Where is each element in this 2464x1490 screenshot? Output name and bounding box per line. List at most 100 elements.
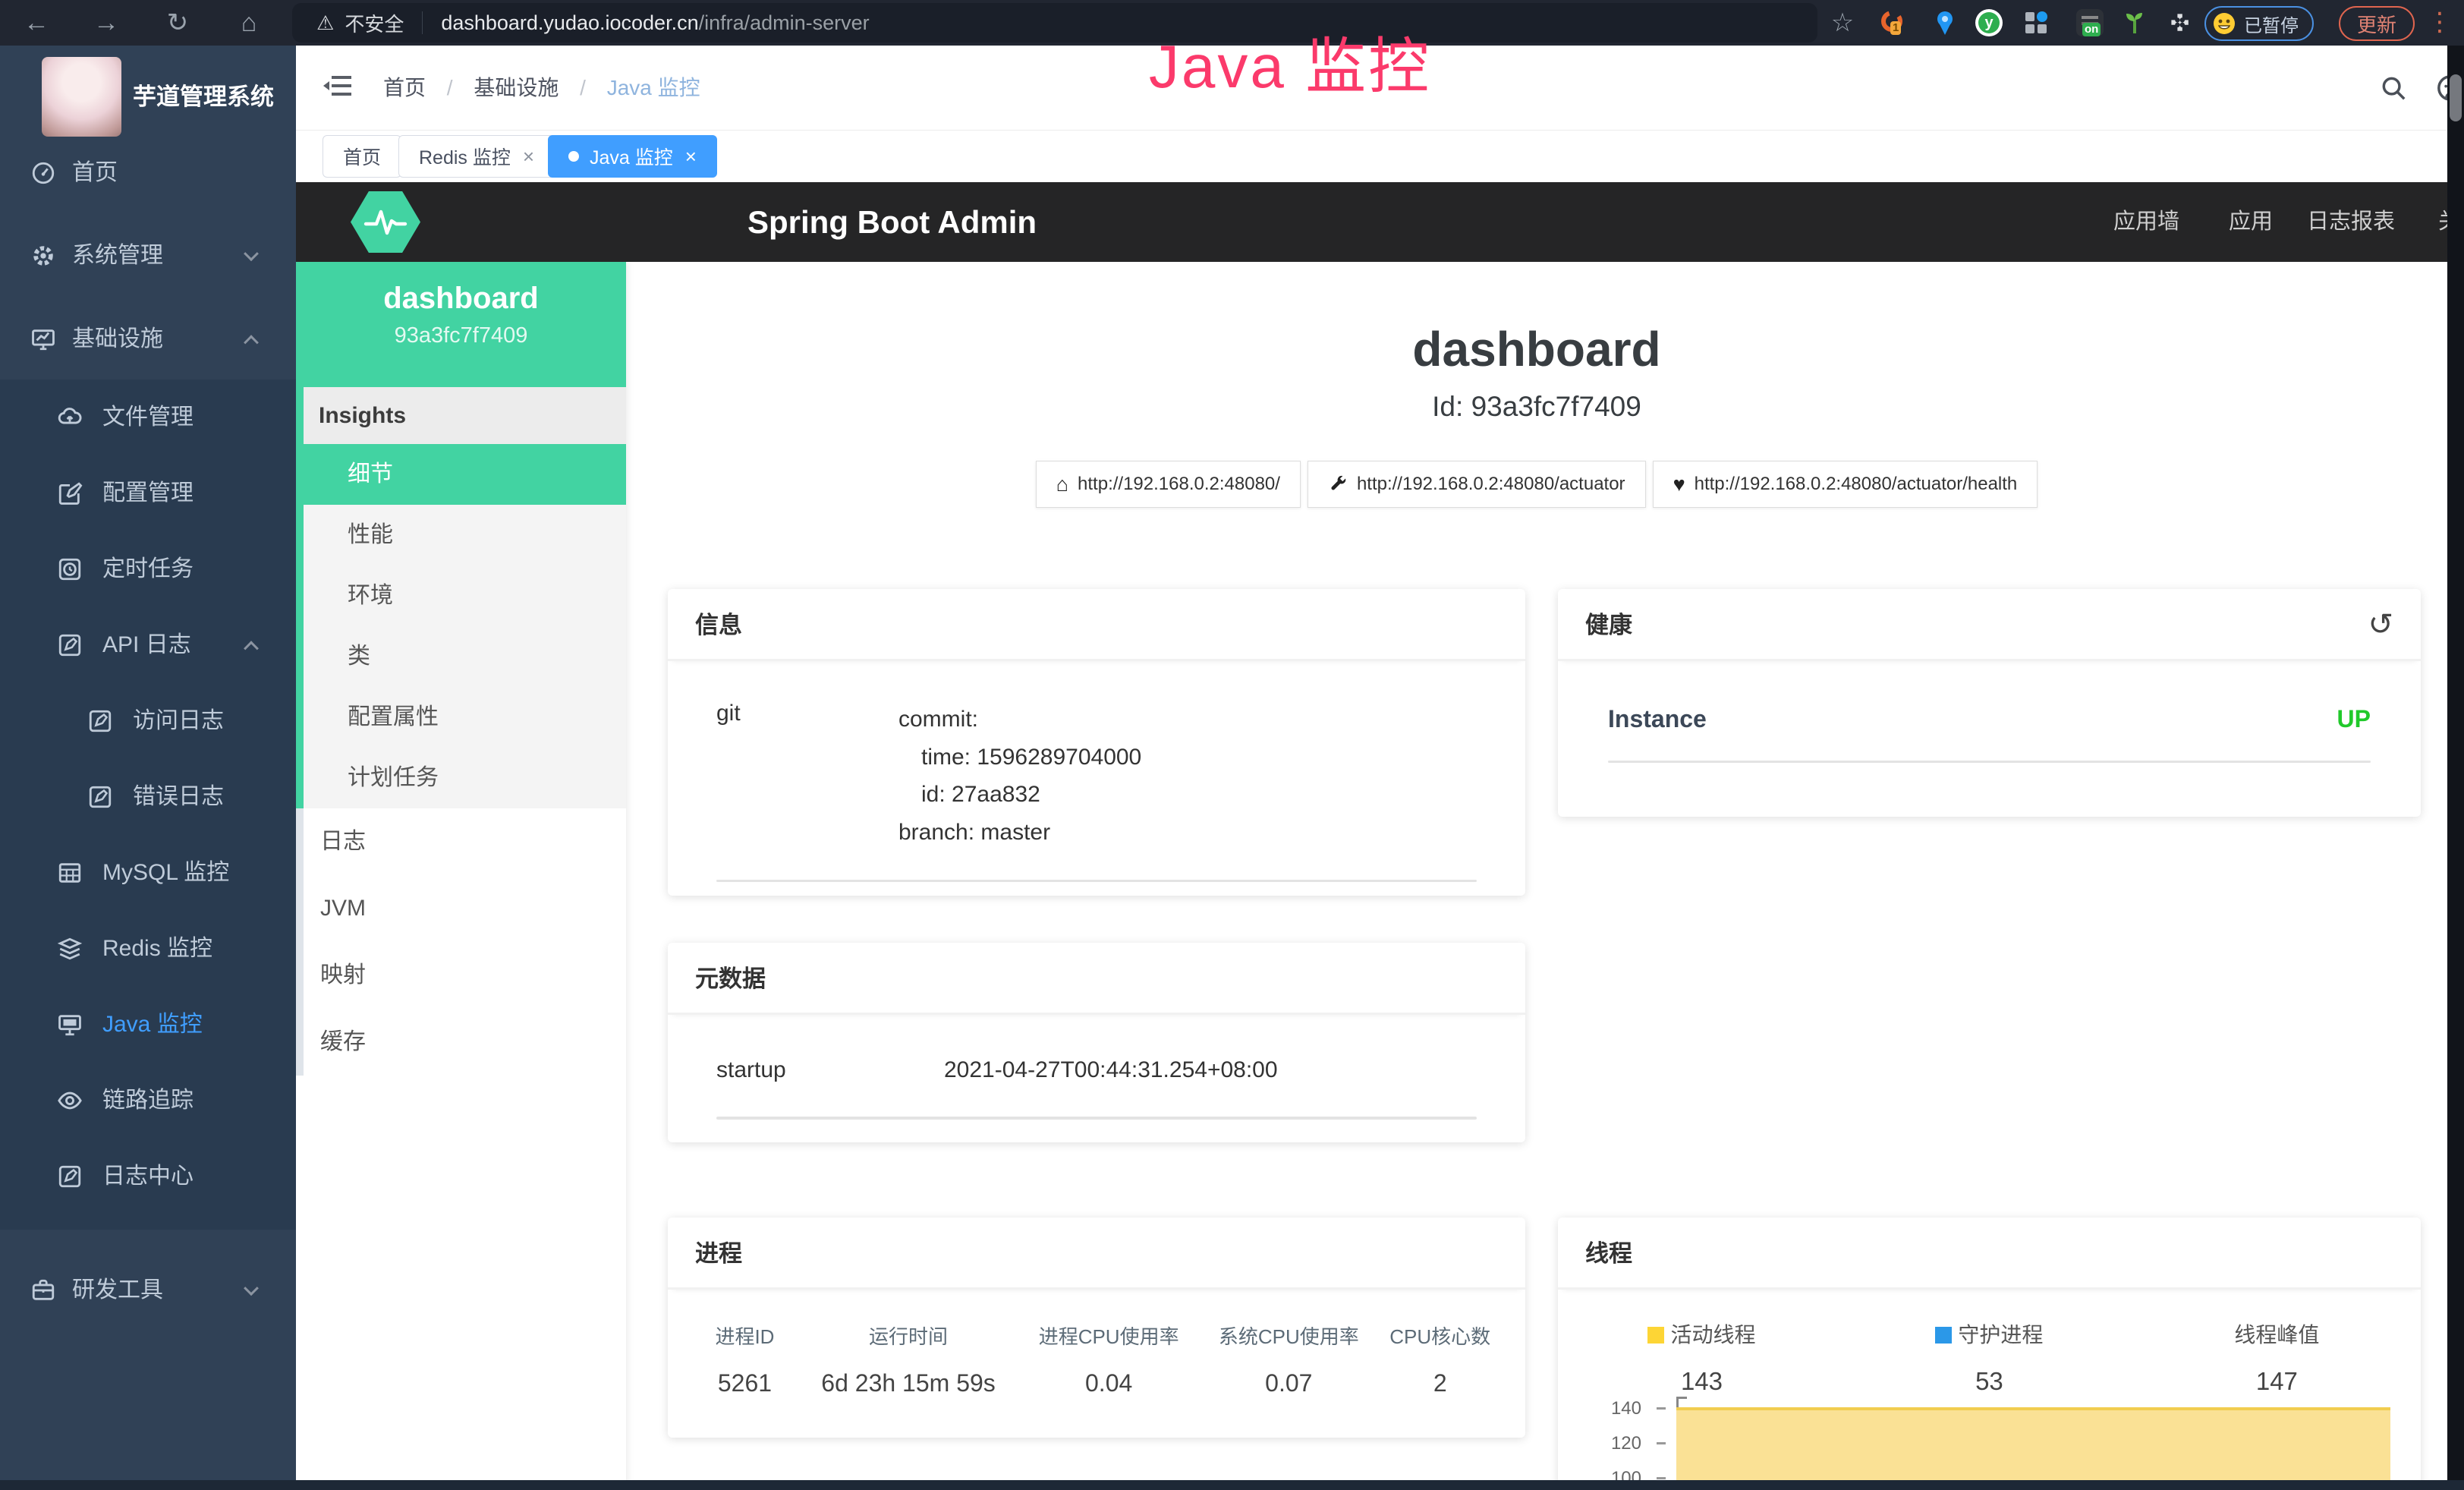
metadata-card-title: 元数据: [668, 943, 1525, 1015]
sidebar-item-tracing[interactable]: 链路追踪: [0, 1063, 296, 1139]
chevron-down-icon: [244, 1281, 259, 1296]
sba-item-classes[interactable]: 类: [296, 626, 626, 687]
sba-item-logs[interactable]: 日志: [296, 808, 626, 875]
window-bottom-edge: [0, 1480, 2464, 1490]
sidebar-item-api-log[interactable]: API 日志: [0, 607, 296, 683]
extensions-puzzle-icon[interactable]: [2167, 9, 2194, 36]
chevron-up-icon: [244, 641, 259, 656]
heartbeat-icon: ♥: [1673, 473, 1685, 496]
health-url-button[interactable]: ♥ http://192.168.0.2:48080/actuator/heal…: [1653, 461, 2038, 508]
breadcrumb-infra[interactable]: 基础设施: [474, 76, 559, 99]
url-host: dashboard.yudao.iocoder.cn: [441, 11, 698, 35]
browser-reload-icon[interactable]: ↻: [155, 0, 200, 46]
browser-forward-icon[interactable]: →: [83, 0, 129, 46]
extension-grid-icon[interactable]: [2022, 9, 2050, 36]
sidebar-item-system-mgmt[interactable]: 系统管理: [0, 229, 296, 282]
profile-paused-badge[interactable]: 已暂停: [2204, 6, 2314, 41]
tick-mark: [1657, 1407, 1666, 1410]
sidebar-item-access-log[interactable]: 访问日志: [0, 683, 296, 759]
scrollbar-thumb[interactable]: [2450, 74, 2462, 121]
tab-redis-monitor[interactable]: Redis 监控×: [398, 135, 555, 178]
tick-mark: [1657, 1442, 1666, 1444]
divider: [1608, 761, 2371, 763]
bookmark-star-icon[interactable]: ☆: [1820, 0, 1865, 46]
sidebar-item-infrastructure[interactable]: 基础设施: [0, 313, 296, 366]
browser-home-icon[interactable]: ⌂: [226, 0, 272, 46]
sidebar-item-log-center[interactable]: 日志中心: [0, 1139, 296, 1214]
health-instance-row[interactable]: Instance UP: [1608, 705, 2371, 733]
chevron-down-icon: [244, 246, 259, 261]
browser-menu-icon[interactable]: ⋮: [2427, 0, 2453, 46]
service-url-button[interactable]: ⌂ http://192.168.0.2:48080/: [1036, 461, 1301, 508]
close-icon[interactable]: ×: [523, 145, 534, 169]
sidebar-item-config-mgmt[interactable]: 配置管理: [0, 455, 296, 531]
sidebar-item-error-log[interactable]: 错误日志: [0, 759, 296, 835]
sba-nav-wallboard[interactable]: 应用墙: [2113, 182, 2179, 262]
sba-item-scheduled-tasks[interactable]: 计划任务: [296, 748, 626, 808]
extension-orange-icon[interactable]: 1: [1878, 9, 1905, 36]
actuator-url-button[interactable]: http://192.168.0.2:48080/actuator: [1308, 461, 1646, 508]
system-cpu-value: 0.07: [1203, 1369, 1374, 1397]
sidebar-item-redis-monitor[interactable]: Redis 监控: [0, 911, 296, 987]
status-badge: UP: [2337, 705, 2371, 733]
spring-boot-admin-logo[interactable]: [351, 191, 420, 253]
sba-item-mappings[interactable]: 映射: [296, 942, 626, 1009]
threads-area-chart: 140 120 100: [1558, 1397, 2421, 1490]
health-card-header: 健康 ↺: [1558, 589, 2421, 661]
edit-square-icon: [57, 1164, 83, 1189]
sba-item-environment[interactable]: 环境: [296, 565, 626, 626]
sba-nav-journal[interactable]: 日志报表: [2307, 182, 2395, 262]
spring-boot-admin-title[interactable]: Spring Boot Admin: [747, 182, 1037, 262]
threads-legend: 活动线程 守护进程 线程峰值: [1558, 1318, 2421, 1349]
address-bar[interactable]: ⚠ 不安全 dashboard.yudao.iocoder.cn/infra/a…: [292, 3, 1817, 43]
extension-y-icon[interactable]: y: [1975, 9, 2003, 36]
sidebar-item-home[interactable]: 首页: [0, 146, 296, 200]
live-threads-area: [1676, 1407, 2390, 1490]
cloud-upload-icon: [57, 405, 83, 430]
info-git-row: git commit: time: 1596289704000 id: 27aa…: [716, 701, 1477, 851]
history-icon[interactable]: ↺: [2368, 589, 2393, 661]
sba-item-config-props[interactable]: 配置属性: [296, 687, 626, 748]
tab-java-monitor[interactable]: Java 监控×: [548, 135, 717, 178]
sba-item-details[interactable]: 细节: [296, 444, 626, 505]
sidebar-item-file-mgmt[interactable]: 文件管理: [0, 380, 296, 455]
sidebar-item-scheduled-jobs[interactable]: 定时任务: [0, 531, 296, 607]
edit-square-icon: [57, 480, 83, 506]
chevron-up-icon: [244, 335, 259, 350]
edit-square-icon: [87, 784, 113, 810]
close-icon[interactable]: ×: [685, 145, 697, 169]
divider: [716, 880, 1477, 882]
threads-values: 143 53 147: [1558, 1367, 2421, 1396]
gray-indicator-strip: [296, 808, 304, 1076]
sba-item-caches[interactable]: 缓存: [296, 1009, 626, 1076]
breadcrumb: 首页 / 基础设施 / Java 监控: [383, 46, 700, 131]
collapse-sidebar-icon[interactable]: [323, 73, 353, 100]
breadcrumb-home[interactable]: 首页: [383, 76, 426, 99]
instance-id-line: Id: 93a3fc7f7409: [626, 391, 2447, 423]
process-cpu-value: 0.04: [1015, 1369, 1203, 1397]
sba-main-content: dashboard Id: 93a3fc7f7409 ⌂ http://192.…: [626, 262, 2447, 1490]
monitor-icon: [57, 1012, 83, 1038]
legend-swatch-live: [1647, 1327, 1664, 1344]
browser-back-icon[interactable]: ←: [14, 0, 59, 46]
sba-item-metrics[interactable]: 性能: [296, 505, 626, 565]
sba-root-items: 日志 JVM 映射 缓存: [296, 808, 626, 1076]
extension-plant-icon[interactable]: [2121, 9, 2148, 36]
browser-update-button[interactable]: 更新: [2339, 6, 2415, 41]
extension-pin-icon[interactable]: [1931, 9, 1959, 36]
extension-dark-icon[interactable]: on: [2076, 9, 2104, 36]
tab-home[interactable]: 首页: [323, 135, 401, 178]
page-scrollbar[interactable]: [2447, 46, 2464, 1490]
sidebar-item-dev-tools[interactable]: 研发工具: [0, 1264, 296, 1317]
sba-instance-header[interactable]: dashboard 93a3fc7f7409: [296, 262, 626, 387]
sidebar-item-java-monitor[interactable]: Java 监控: [0, 987, 296, 1063]
active-dot-icon: [568, 151, 579, 162]
sba-nav-applications[interactable]: 应用: [2229, 182, 2273, 262]
sidebar-item-mysql-monitor[interactable]: MySQL 监控: [0, 835, 296, 911]
sba-item-jvm[interactable]: JVM: [296, 875, 626, 942]
process-table-header: 进程ID 运行时间 进程CPU使用率 系统CPU使用率 CPU核心数: [688, 1321, 1506, 1350]
instance-name: dashboard: [296, 262, 626, 316]
search-icon[interactable]: [2379, 46, 2408, 131]
health-card-title: 健康: [1585, 612, 1632, 638]
y-tick-120: 120: [1558, 1433, 1641, 1454]
